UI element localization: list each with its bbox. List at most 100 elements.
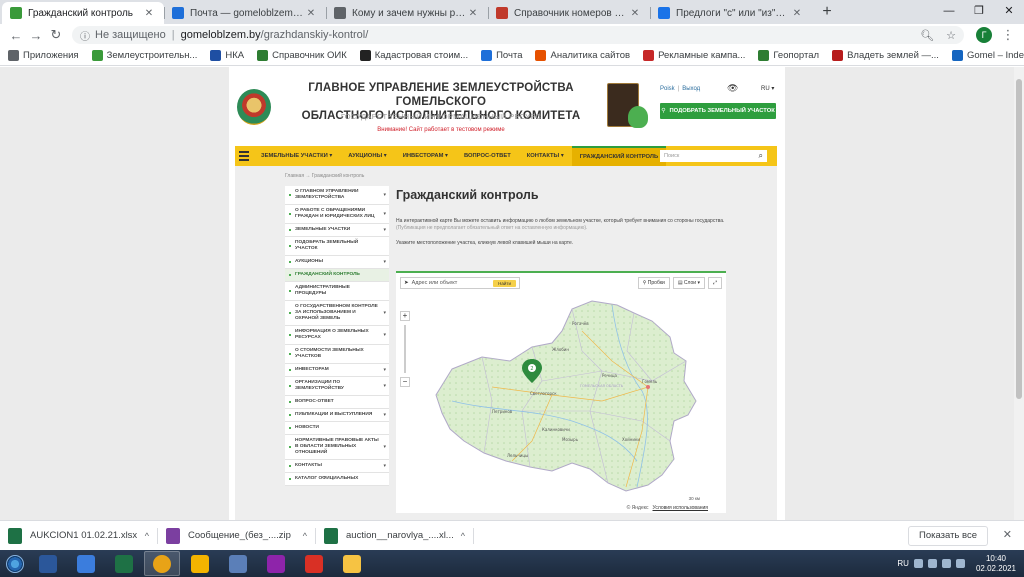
sidebar-item[interactable]: КОНТАКТЫ ▾ bbox=[285, 460, 389, 473]
address-bar[interactable]: ⓘ Не защищено | gomeloblzem.by/grazhdans… bbox=[72, 26, 964, 44]
close-tab-icon[interactable]: ✕ bbox=[628, 8, 642, 19]
taskbar-app[interactable] bbox=[144, 551, 180, 576]
sidebar-item[interactable]: О СТОИМОСТИ ЗЕМЕЛЬНЫХ УЧАСТКОВ bbox=[285, 345, 389, 364]
bookmark-item[interactable]: НКА bbox=[210, 50, 244, 61]
start-button[interactable] bbox=[0, 550, 30, 577]
find-plot-button[interactable]: ⚲ ПОДОБРАТЬ ЗЕМЕЛЬНЫЙ УЧАСТОК bbox=[660, 103, 776, 119]
chevron-down-icon[interactable]: ▾ bbox=[383, 383, 386, 389]
taskbar-app[interactable] bbox=[182, 551, 218, 576]
menu-item[interactable]: ИНВЕСТОРАМ ▾ bbox=[395, 146, 456, 166]
tray-icon[interactable] bbox=[927, 559, 937, 568]
traffic-button[interactable]: ⚲ Пробки bbox=[637, 277, 670, 289]
browser-tab[interactable]: Кому и зачем нужны редизайн...✕ bbox=[326, 2, 488, 24]
chevron-down-icon[interactable]: ▾ bbox=[383, 412, 386, 418]
profile-avatar[interactable]: Г bbox=[976, 27, 992, 43]
bookmark-item[interactable]: Владеть землей —... bbox=[832, 50, 939, 61]
page-scrollbar[interactable] bbox=[1014, 67, 1024, 520]
language-select[interactable]: RU ▾ bbox=[761, 85, 774, 92]
chevron-down-icon[interactable]: ▾ bbox=[383, 310, 386, 316]
sidebar-item[interactable]: ЗЕМЕЛЬНЫЕ УЧАСТКИ ▾ bbox=[285, 224, 389, 237]
minimize-button[interactable]: — bbox=[934, 0, 964, 22]
sidebar-item[interactable]: НОВОСТИ bbox=[285, 422, 389, 435]
map-search-input[interactable]: ➤ Адрес или объект Найти bbox=[400, 277, 520, 289]
close-window-button[interactable]: ✕ bbox=[994, 0, 1024, 22]
menu-item[interactable]: ГРАЖДАНСКИЙ КОНТРОЛЬ bbox=[571, 146, 667, 166]
chevron-down-icon[interactable]: ▾ bbox=[383, 463, 386, 469]
map-find-button[interactable]: Найти bbox=[493, 279, 516, 287]
taskbar-app[interactable] bbox=[106, 551, 142, 576]
download-item[interactable]: auction__narovlya_....xl... ^ bbox=[324, 527, 474, 544]
scrollbar-thumb[interactable] bbox=[1016, 79, 1022, 399]
download-options-icon[interactable]: ^ bbox=[303, 531, 307, 541]
interactive-map[interactable]: Гомель Речица Жлобин Мозырь Светлогорск … bbox=[396, 271, 726, 513]
chevron-down-icon[interactable]: ▾ bbox=[383, 444, 386, 450]
close-tab-icon[interactable]: ✕ bbox=[466, 8, 480, 19]
info-icon[interactable]: ⓘ bbox=[80, 28, 90, 43]
sidebar-item[interactable]: О ГЛАВНОМ УПРАВЛЕНИИ ЗЕМЛЕУСТРОЙСТВА ▾ bbox=[285, 186, 389, 205]
taskbar-app[interactable] bbox=[258, 551, 294, 576]
tray-icon[interactable] bbox=[913, 559, 923, 568]
chevron-down-icon[interactable]: ▾ bbox=[383, 332, 386, 338]
menu-item[interactable]: КОНТАКТЫ ▾ bbox=[519, 146, 572, 166]
network-icon[interactable] bbox=[941, 559, 951, 568]
download-item[interactable]: Сообщение_(без_....zip ^ bbox=[166, 527, 316, 544]
browser-tab[interactable]: Гражданский контроль ✕ bbox=[2, 2, 164, 24]
sidebar-item[interactable]: ИНВЕСТОРАМ ▾ bbox=[285, 364, 389, 377]
hamburger-menu-icon[interactable] bbox=[235, 146, 253, 166]
taskbar-app[interactable] bbox=[334, 551, 370, 576]
sidebar-item[interactable]: ПОДОБРАТЬ ЗЕМЕЛЬНЫЙ УЧАСТОК bbox=[285, 237, 389, 256]
sidebar-item[interactable]: ИНФОРМАЦИЯ О ЗЕМЕЛЬНЫХ РЕСУРСАХ ▾ bbox=[285, 326, 389, 345]
download-options-icon[interactable]: ^ bbox=[461, 531, 465, 541]
close-tab-icon[interactable]: ✕ bbox=[790, 8, 804, 19]
new-tab-button[interactable]: + bbox=[816, 2, 838, 24]
download-item[interactable]: AUKCION1 01.02.21.xlsx ^ bbox=[8, 527, 158, 544]
browser-tab[interactable]: Справочник номеров телефон...✕ bbox=[488, 2, 650, 24]
show-all-downloads-button[interactable]: Показать все bbox=[908, 526, 988, 546]
bookmark-item[interactable]: Землеустроительн... bbox=[91, 50, 197, 61]
bookmark-item[interactable]: Геопортал bbox=[758, 50, 819, 61]
sidebar-item[interactable]: АДМИНИСТРАТИВНЫЕ ПРОЦЕДУРЫ bbox=[285, 282, 389, 301]
bookmark-item[interactable]: Справочник ОИК bbox=[257, 50, 347, 61]
maximize-button[interactable]: ❐ bbox=[964, 0, 994, 22]
bookmark-item[interactable]: Кадастровая стоим... bbox=[359, 50, 468, 61]
close-tab-icon[interactable]: ✕ bbox=[142, 8, 156, 19]
breadcrumb[interactable]: Главная → Гражданский контроль bbox=[285, 173, 364, 179]
sidebar-item[interactable]: О РАБОТЕ С ОБРАЩЕНИЯМИ ГРАЖДАН И ЮРИДИЧЕ… bbox=[285, 205, 389, 224]
chevron-down-icon[interactable]: ▾ bbox=[383, 192, 386, 198]
sidebar-item[interactable]: КАТАЛОГ ОФИЦИАЛЬНЫХ bbox=[285, 473, 389, 486]
system-clock[interactable]: 10:40 02.02.2021 bbox=[976, 554, 1016, 574]
sidebar-item[interactable]: ГРАЖДАНСКИЙ КОНТРОЛЬ bbox=[285, 269, 389, 282]
close-tab-icon[interactable]: ✕ bbox=[304, 8, 318, 19]
site-search-input[interactable]: Поиск ⌕ bbox=[660, 150, 767, 162]
taskbar-app[interactable] bbox=[68, 551, 104, 576]
menu-item[interactable]: АУКЦИОНЫ ▾ bbox=[340, 146, 394, 166]
zoom-in-button[interactable]: + bbox=[400, 311, 410, 321]
chevron-down-icon[interactable]: ▾ bbox=[383, 367, 386, 373]
browser-tab[interactable]: Почта — gomeloblzem@gomelo...✕ bbox=[164, 2, 326, 24]
exit-link[interactable]: Выход bbox=[682, 86, 700, 92]
zoom-out-button[interactable]: − bbox=[400, 377, 410, 387]
sidebar-item[interactable]: АУКЦИОНЫ ▾ bbox=[285, 256, 389, 269]
locate-arrow-icon[interactable]: ➤ bbox=[404, 280, 409, 286]
menu-item[interactable]: ВОПРОС-ОТВЕТ bbox=[456, 146, 519, 166]
sidebar-item[interactable]: ОРГАНИЗАЦИИ ПО ЗЕМЛЕУСТРОЙСТВУ ▾ bbox=[285, 377, 389, 396]
bookmark-item[interactable]: Приложения bbox=[8, 50, 79, 61]
chevron-down-icon[interactable]: ▾ bbox=[383, 211, 386, 217]
sidebar-item[interactable]: ПУБЛИКАЦИИ И ВЫСТУПЛЕНИЯ ▾ bbox=[285, 409, 389, 422]
bookmark-item[interactable]: Gomel – Index-men... bbox=[951, 50, 1024, 61]
sidebar-item[interactable]: ВОПРОС-ОТВЕТ bbox=[285, 396, 389, 409]
accessibility-eye-icon[interactable]: 👁 bbox=[727, 83, 738, 94]
browser-tab[interactable]: Предлоги "с" или "из"? - Русски...✕ bbox=[650, 2, 812, 24]
login-link[interactable]: Poisk bbox=[660, 86, 675, 92]
sidebar-item[interactable]: НОРМАТИВНЫЕ ПРАВОВЫЕ АКТЫ В ОБЛАСТИ ЗЕМЕ… bbox=[285, 435, 389, 460]
chevron-down-icon[interactable]: ▾ bbox=[383, 227, 386, 233]
layers-button[interactable]: ▤ Слои ▾ bbox=[672, 277, 705, 289]
bookmark-item[interactable]: Рекламные кампа... bbox=[643, 50, 745, 61]
bookmark-item[interactable]: Почта bbox=[481, 50, 522, 61]
bookmark-item[interactable]: Аналитика сайтов bbox=[535, 50, 630, 61]
chevron-down-icon[interactable]: ▾ bbox=[383, 259, 386, 265]
zoom-icon[interactable]: 🔍︎ bbox=[920, 29, 934, 42]
volume-icon[interactable] bbox=[955, 559, 965, 568]
menu-item[interactable]: ЗЕМЕЛЬНЫЕ УЧАСТКИ ▾ bbox=[253, 146, 340, 166]
close-downloads-icon[interactable]: ✕ bbox=[1003, 528, 1012, 541]
